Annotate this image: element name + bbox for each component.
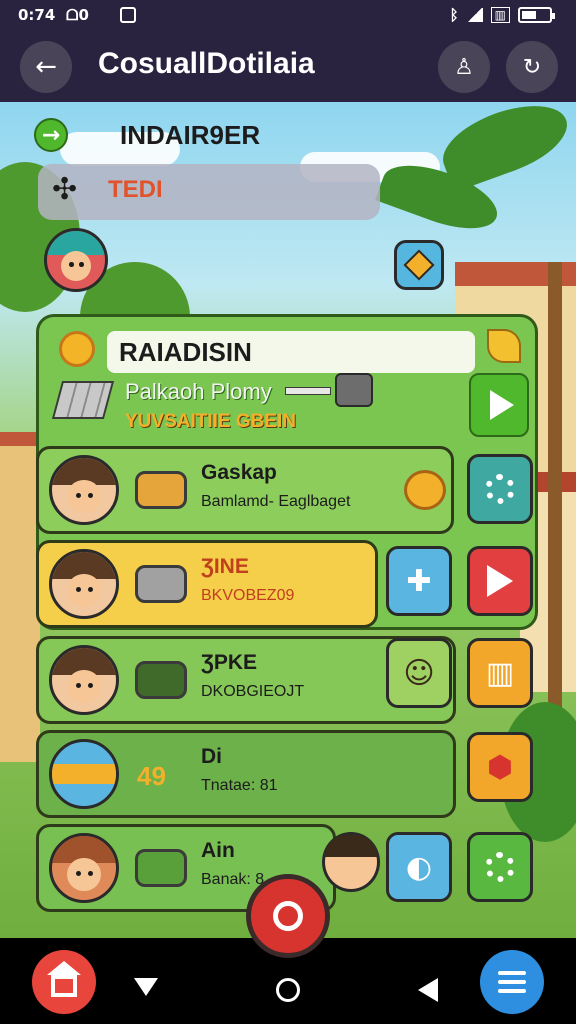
play-icon xyxy=(487,565,513,597)
avatar xyxy=(49,455,119,525)
go-arrow-button[interactable]: → xyxy=(34,118,68,152)
network-icon: ▥ xyxy=(490,7,510,23)
item-subtitle: Tnatae: 81 xyxy=(201,777,278,794)
avatar xyxy=(49,549,119,619)
stats-button[interactable]: ▥ xyxy=(467,638,533,708)
list-item[interactable]: 49 Di Tnatae: 81 xyxy=(36,730,456,818)
sword-icon xyxy=(285,387,331,395)
coin-icon xyxy=(404,470,446,510)
status-icons: ᛒ ▥ xyxy=(449,6,555,24)
play-icon xyxy=(490,390,514,420)
item-subtitle: DKOBGIEOJT xyxy=(201,683,305,700)
chest-icon xyxy=(335,373,373,407)
pencil-icon xyxy=(403,249,435,281)
menu-button[interactable] xyxy=(480,950,544,1014)
list-item[interactable]: Gaskap Bamlamd- Eaglbaget xyxy=(36,446,454,534)
item-subtitle: Bamlamd- Eaglbaget xyxy=(201,493,351,510)
nav-recent-icon[interactable] xyxy=(418,978,438,1002)
play-button[interactable] xyxy=(469,373,529,437)
card-header-text: RAIADISIN xyxy=(119,337,252,367)
face-icon: ☺ xyxy=(403,655,435,691)
leaf-icon xyxy=(487,329,521,363)
bluetooth-icon: ᛒ xyxy=(449,6,459,24)
notification-icon xyxy=(120,7,136,23)
signal-icon xyxy=(466,8,483,22)
shield-icon: ◐ xyxy=(405,849,433,885)
game-button[interactable]: ✚ xyxy=(386,546,452,616)
badge-button[interactable]: ⬢ xyxy=(467,732,533,802)
compass-icon: ✣ xyxy=(52,172,78,207)
item-name: Gaskap xyxy=(201,461,277,484)
item-icon xyxy=(135,849,187,887)
arrow-left-icon: ← xyxy=(35,52,57,82)
scene-header: → INDAIR9ER xyxy=(34,114,294,154)
item-name: ƷPKE xyxy=(201,651,258,674)
settings-button-2[interactable] xyxy=(467,832,533,902)
item-name: Ain xyxy=(201,839,235,862)
item-name: ƷINE xyxy=(201,555,249,578)
chat-refresh-icon: ↻ xyxy=(522,54,542,80)
ingot-icon xyxy=(51,381,115,419)
bar-chart-icon: ▥ xyxy=(485,655,515,691)
chat-button[interactable]: ↻ xyxy=(506,41,558,93)
play-red-button[interactable] xyxy=(467,546,533,616)
scene-title: INDAIR9ER xyxy=(120,120,261,150)
game-scene: → INDAIR9ER ✣ TEDI RAIADISIN Palkaoh Plo… xyxy=(0,102,576,938)
character-button[interactable]: ☺ xyxy=(386,638,452,708)
promo-title: Palkaoh Plomy xyxy=(125,379,272,404)
house-left xyxy=(0,432,40,762)
arrow-right-icon: → xyxy=(41,122,61,148)
status-extra: ᗝ0 xyxy=(66,6,89,24)
edit-button[interactable] xyxy=(394,240,444,290)
gamepad-icon xyxy=(135,661,187,699)
sun-icon xyxy=(59,331,95,367)
item-icon xyxy=(135,471,187,509)
nav-home-icon[interactable] xyxy=(276,978,300,1002)
item-name: Di xyxy=(201,745,222,768)
avatar xyxy=(49,645,119,715)
status-bar: 0:74 ᗝ0 ᛒ ▥ xyxy=(0,0,576,32)
status-time: 0:74 xyxy=(18,6,56,24)
battery-icon xyxy=(518,7,555,23)
player-avatar[interactable] xyxy=(44,228,108,292)
record-button[interactable] xyxy=(246,874,330,958)
avatar xyxy=(49,739,119,809)
item-number: 49 xyxy=(137,761,166,791)
settings-button[interactable] xyxy=(467,454,533,524)
person-icon: ♙ xyxy=(454,54,474,80)
gear-icon xyxy=(485,474,515,504)
gamepad-icon: ✚ xyxy=(406,563,432,599)
profile-button[interactable]: ♙ xyxy=(438,41,490,93)
back-button[interactable]: ← xyxy=(20,41,72,93)
record-icon xyxy=(273,901,303,931)
promo-subtitle: YUVSAITIIE GBEIN xyxy=(125,411,297,432)
card-header: RAIADISIN xyxy=(107,331,475,373)
shield-button[interactable]: ◐ xyxy=(386,832,452,902)
nav-back-icon[interactable] xyxy=(134,978,158,996)
search-bar[interactable]: ✣ TEDI xyxy=(38,164,380,220)
item-subtitle: BKVOBEZ09 xyxy=(201,587,295,604)
character-sprite xyxy=(322,832,380,892)
app-bar: ← CosuallDotilaia ♙ ↻ xyxy=(0,32,576,102)
house-icon xyxy=(47,961,81,997)
avatar xyxy=(49,833,119,903)
shield-icon: ⬢ xyxy=(486,749,514,785)
list-item[interactable]: ƷINE BKVOBEZ09 xyxy=(36,540,378,628)
home-button[interactable] xyxy=(32,950,96,1014)
app-title: CosuallDotilaia xyxy=(98,47,315,80)
item-subtitle: Banak: 8 xyxy=(201,871,265,888)
gear-icon xyxy=(485,852,515,882)
gamepad-icon xyxy=(135,565,187,603)
search-value: TEDI xyxy=(108,176,163,203)
list-icon xyxy=(498,971,526,975)
